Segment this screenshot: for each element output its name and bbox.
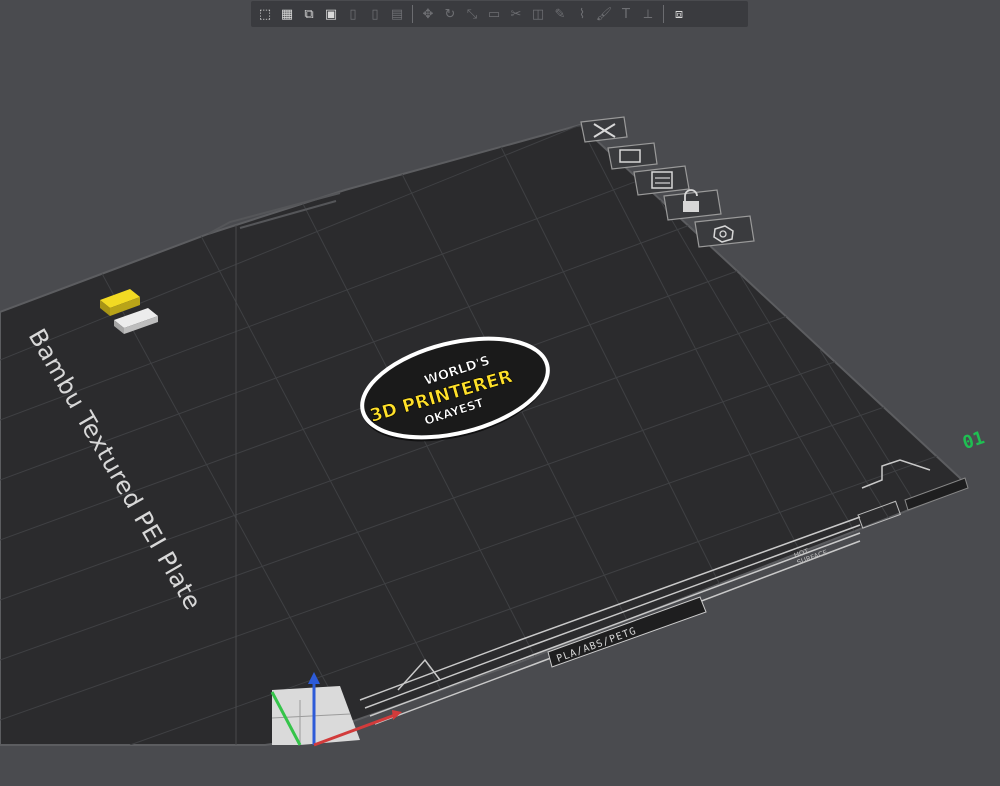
lay-on-face-button: ▭ [484,4,504,24]
cut-button: ✂ [506,4,526,24]
plate-gear-button[interactable] [694,215,755,248]
toolbar-separator [412,5,413,23]
remove-plate-button[interactable] [580,116,628,143]
color-paint-icon: 🖌 [595,6,613,22]
rotate-icon: ↻ [444,6,456,22]
text-button: T [616,4,636,24]
build-plate-scene[interactable]: PLA/ABS/PETG HOT SURFACE Bambu Textured … [0,0,1000,782]
assembly-view-icon: ⧈ [674,6,684,22]
layers-button: ▤ [387,4,407,24]
main-toolbar: ⬚ ▦ ⧉ ▣ ▯ ▯ ▤ ✥ ↻ ⤡ ▭ ✂ ◫ ✎ ⌇ 🖌 T ⟂ ⧈ [251,1,748,27]
move-icon: ✥ [422,6,434,22]
split-objects-icon: ▯ [349,6,357,22]
mesh-boolean-icon: ◫ [531,6,545,22]
text-icon: T [622,6,630,22]
arrange-grid-icon: ▦ [280,6,294,22]
support-paint-icon: ✎ [554,6,566,22]
plate-icon: ▣ [324,6,338,22]
auto-orient-button[interactable]: ⧉ [299,4,319,24]
auto-orient-icon: ⧉ [304,6,314,22]
3d-viewport[interactable]: PLA/ABS/PETG HOT SURFACE Bambu Textured … [0,0,1000,782]
add-cube-icon: ⬚ [258,6,272,22]
measure-icon: ⟂ [643,6,653,22]
plate-button[interactable]: ▣ [321,4,341,24]
support-paint-button: ✎ [550,4,570,24]
color-paint-button: 🖌 [594,4,614,24]
cut-icon: ✂ [510,6,522,22]
lock-plate-button[interactable] [663,189,722,221]
scale-button: ⤡ [462,4,482,24]
mesh-boolean-button: ◫ [528,4,548,24]
measure-button: ⟂ [638,4,658,24]
arrange-plate-button[interactable] [607,142,658,170]
lock-plate-icon [683,201,699,212]
split-parts-button: ▯ [365,4,385,24]
build-plate[interactable] [0,123,967,746]
arrange-grid-button[interactable]: ▦ [277,4,297,24]
scale-icon: ⤡ [466,6,478,22]
lay-on-face-icon: ▭ [487,6,501,22]
seam-paint-button: ⌇ [572,4,592,24]
rotate-button: ↻ [440,4,460,24]
plate-settings-button[interactable] [633,165,690,196]
add-cube-button[interactable]: ⬚ [255,4,275,24]
move-button: ✥ [418,4,438,24]
toolbar-separator [663,5,664,23]
assembly-view-button[interactable]: ⧈ [669,4,689,24]
split-objects-button: ▯ [343,4,363,24]
layers-icon: ▤ [390,6,404,22]
split-parts-icon: ▯ [371,6,379,22]
seam-paint-icon: ⌇ [578,6,586,22]
